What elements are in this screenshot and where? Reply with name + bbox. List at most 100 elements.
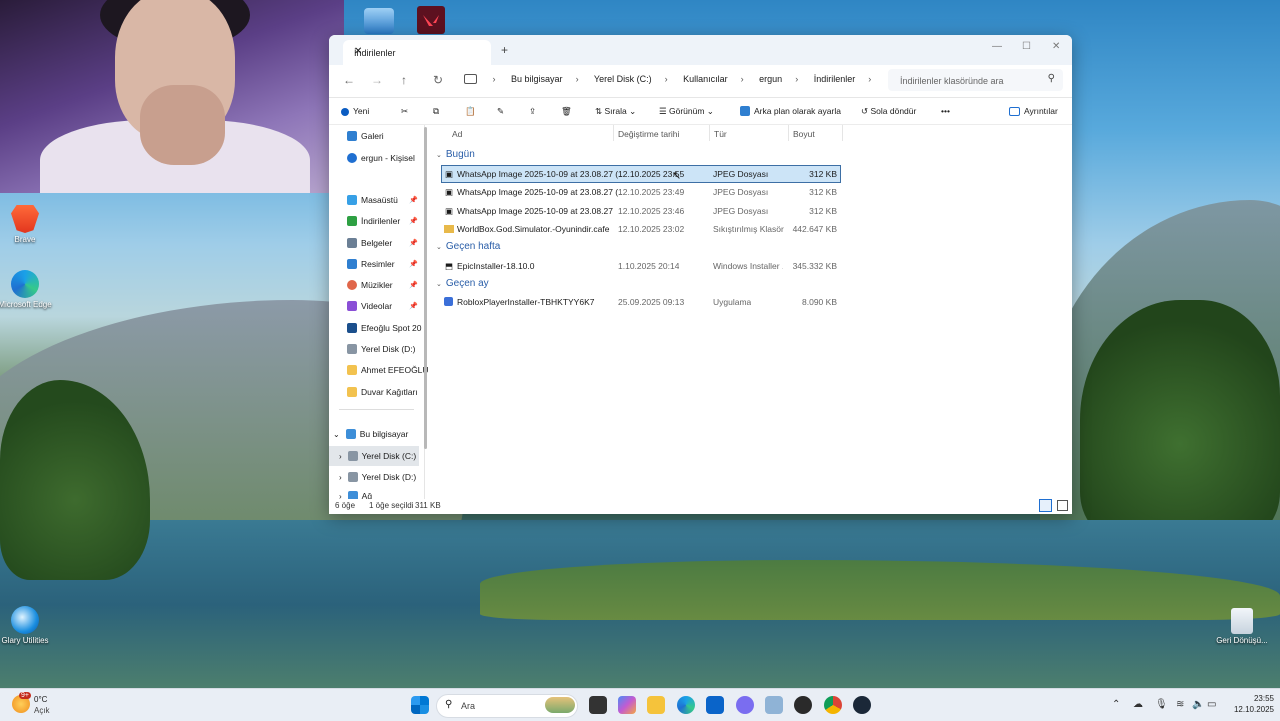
battery-icon[interactable]: ▭: [1207, 699, 1216, 710]
column-header-name[interactable]: Ad: [452, 129, 462, 139]
sidebar-item-galeri[interactable]: Galeri: [347, 131, 384, 141]
file-row[interactable]: ⬒ EpicInstaller-18.10.0 1.10.2025 20:14 …: [441, 258, 839, 274]
sidebar-item-yerel-disk-d-2[interactable]: › Yerel Disk (D:): [339, 472, 416, 482]
steam-icon[interactable]: [853, 696, 871, 714]
sidebar-item-bu-bilgisayar[interactable]: ⌄ Bu bilgisayar: [333, 429, 408, 439]
sidebar-item-resimler[interactable]: Resimler: [347, 259, 395, 269]
sidebar-item-masaustu[interactable]: Masaüstü: [347, 195, 398, 205]
breadcrumb-item[interactable]: Kullanıcılar: [683, 74, 728, 84]
group-header-today[interactable]: ⌄ Bugün: [436, 149, 475, 160]
sort-button[interactable]: ⇅ Sırala ⌄: [595, 106, 636, 117]
details-view-icon[interactable]: [1039, 499, 1052, 512]
set-background-button[interactable]: Arka plan olarak ayarla: [740, 106, 841, 116]
share-icon[interactable]: ⇪: [529, 106, 536, 117]
wallpaper-trees-right: [1080, 300, 1280, 540]
back-button[interactable]: ←: [343, 73, 355, 87]
more-options-button[interactable]: •••: [941, 106, 950, 116]
refresh-button[interactable]: ↻: [433, 73, 443, 87]
clock[interactable]: 23:55 12.10.2025: [1222, 693, 1274, 715]
desktop-icon-recycle-bin[interactable]: Geri Dönüşü...: [1212, 608, 1272, 645]
new-tab-button[interactable]: +: [501, 43, 508, 57]
cut-icon[interactable]: ✂: [401, 106, 408, 117]
weather-desc[interactable]: Açık: [34, 706, 50, 715]
search-placeholder: İndirilenler klasöründe ara: [900, 76, 1004, 86]
volume-icon[interactable]: 🔈: [1192, 699, 1204, 710]
sidebar-item-yerel-disk-d[interactable]: Yerel Disk (D:): [347, 344, 415, 354]
desktop-shortcut-icon[interactable]: [364, 8, 394, 34]
close-window-button[interactable]: ✕: [1052, 41, 1060, 52]
cloud-icon[interactable]: ☁: [1133, 699, 1143, 710]
sidebar-item-indirilenler[interactable]: İndirilenler: [347, 216, 400, 226]
details-button[interactable]: Ayrıntılar: [1009, 106, 1058, 116]
sidebar-item-duvar-kagitlari[interactable]: Duvar Kağıtları: [347, 387, 418, 397]
title-bar: İndirilenler ✕ + — ☐ ✕: [329, 35, 1072, 65]
start-button-icon[interactable]: [411, 696, 429, 714]
file-row[interactable]: RobloxPlayerInstaller-TBHKTYY6K7 25.09.2…: [441, 294, 839, 310]
sidebar-scrollbar[interactable]: [424, 127, 427, 449]
outlook-icon[interactable]: [706, 696, 724, 714]
sidebar-item-ag[interactable]: › Ağ: [339, 491, 372, 499]
rotate-left-button[interactable]: ↺ Sola döndür: [861, 106, 916, 117]
tab-indirilenler[interactable]: İndirilenler ✕: [343, 40, 491, 65]
sidebar-item-efeoglu-spot[interactable]: Efeoğlu Spot 20: [347, 323, 422, 333]
paste-icon[interactable]: 📋: [465, 106, 476, 117]
group-header-last-week[interactable]: ⌄ Geçen hafta: [436, 241, 500, 252]
delete-icon[interactable]: 🗑: [561, 106, 572, 117]
task-view-icon[interactable]: [589, 696, 607, 714]
chrome-icon[interactable]: [824, 696, 842, 714]
date: 12.10.2025: [1233, 705, 1274, 714]
view-button[interactable]: ☰ Görünüm ⌄: [659, 106, 714, 117]
forward-button[interactable]: →: [371, 73, 383, 87]
app-icon[interactable]: [794, 696, 812, 714]
breadcrumb-item[interactable]: Yerel Disk (C:): [594, 74, 652, 84]
drive-icon: [347, 472, 358, 482]
edge-icon[interactable]: [677, 696, 695, 714]
sidebar-item-muzikler[interactable]: Müzikler: [347, 280, 393, 290]
wifi-icon[interactable]: ≋: [1176, 699, 1184, 710]
pin-icon: 📌: [409, 240, 418, 247]
maximize-button[interactable]: ☐: [1022, 41, 1031, 52]
file-row[interactable]: ▣ WhatsApp Image 2025-10-09 at 23.08.27 …: [441, 165, 841, 183]
sidebar-item-ahmet-efeoglu[interactable]: Ahmet EFEOĞLU: [347, 365, 429, 375]
chevron-up-icon[interactable]: ⌃: [1112, 699, 1120, 710]
column-header-size[interactable]: Boyut: [793, 129, 815, 139]
settings-icon[interactable]: [765, 696, 783, 714]
copilot-icon[interactable]: [618, 696, 636, 714]
chevron-down-icon: ⌄: [436, 152, 442, 159]
breadcrumb-item[interactable]: ergun: [759, 74, 782, 84]
recycle-bin-icon: [1231, 608, 1253, 634]
image-file-icon: ▣: [445, 187, 454, 197]
tab-close-icon[interactable]: ✕: [354, 46, 481, 57]
copy-icon[interactable]: ⧉: [433, 106, 439, 117]
file-row[interactable]: WorldBox.God.Simulator.-Oyunindir.cafe 1…: [441, 221, 839, 237]
search-input[interactable]: İndirilenler klasöründe ara ⚲: [888, 69, 1063, 91]
breadcrumb-item[interactable]: Bu bilgisayar: [511, 74, 563, 84]
desktop-icon-edge[interactable]: Microsoft Edge: [0, 270, 55, 309]
weather-temp[interactable]: 0°C: [34, 695, 47, 704]
file-row[interactable]: ▣ WhatsApp Image 2025-10-09 at 23.08.27 …: [441, 184, 839, 200]
new-button[interactable]: Yeni: [341, 106, 369, 116]
microphone-icon[interactable]: 🎙: [1155, 699, 1168, 710]
taskbar-search-box[interactable]: ⚲ Ara: [436, 694, 578, 718]
tiles-view-icon[interactable]: [1057, 500, 1068, 511]
rename-icon[interactable]: ✎: [497, 106, 504, 117]
valorant-icon[interactable]: [417, 6, 445, 34]
group-header-last-month[interactable]: ⌄ Geçen ay: [436, 278, 489, 289]
discord-icon[interactable]: [736, 696, 754, 714]
sidebar-item-videolar[interactable]: Videolar: [347, 301, 392, 311]
sidebar-item-belgeler[interactable]: Belgeler: [347, 238, 392, 248]
desktop-icon-brave[interactable]: Brave: [0, 205, 55, 244]
desktop-icon-label: Microsoft Edge: [0, 300, 52, 309]
file-explorer-icon[interactable]: [647, 696, 665, 714]
desktop-icon-label: Geri Dönüşü...: [1216, 636, 1268, 645]
column-header-type[interactable]: Tür: [714, 129, 727, 139]
desktop-icon-glary[interactable]: Glary Utilities: [0, 606, 55, 645]
sidebar-item-onedrive[interactable]: ergun - Kişisel: [347, 153, 415, 163]
up-button[interactable]: ↑: [401, 73, 407, 87]
sidebar-item-yerel-disk-c[interactable]: › Yerel Disk (C:): [339, 451, 416, 461]
minimize-button[interactable]: —: [992, 41, 1002, 52]
breadcrumb-item[interactable]: İndirilenler: [814, 74, 856, 84]
file-row[interactable]: ▣ WhatsApp Image 2025-10-09 at 23.08.27 …: [441, 203, 839, 219]
pin-icon: 📌: [409, 197, 418, 204]
column-header-modified[interactable]: Değiştirme tarihi: [618, 129, 679, 139]
